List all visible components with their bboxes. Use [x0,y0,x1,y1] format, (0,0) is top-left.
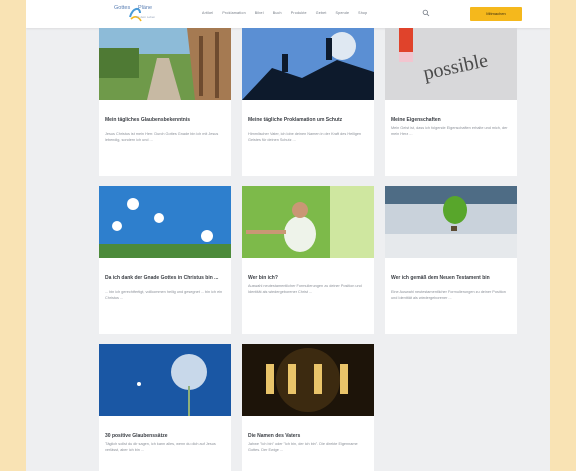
article-title[interactable]: Meine tägliche Proklamation um Schutz [248,117,366,124]
article-title[interactable]: Wer ich gemäß dem Neuen Testament bin [391,275,509,282]
article-card[interactable]: Wer bin ich? Auswahl neutestamentlicher … [242,186,374,334]
page: Gottes Pläne für dein Leben Artikel Prok… [26,0,550,471]
article-card[interactable]: Die Namen des Vaters Jahwe "Ich bin" ode… [242,344,374,471]
menu-item-proklamation[interactable]: Proklamation [222,11,245,15]
menu-item-gebet[interactable]: Gebet [316,11,327,15]
menu-item-artikel[interactable]: Artikel [202,11,213,15]
article-card[interactable]: 30 positive Glaubenssätze Täglich sollst… [99,344,231,471]
article-card[interactable]: Mein tägliches Glaubensbekenntnis Jesus … [99,28,231,176]
search-icon[interactable] [422,9,430,17]
article-title[interactable]: Da ich dank der Gnade Gottes in Christus… [105,275,223,282]
menu-item-buch[interactable]: Buch [273,11,282,15]
menu-item-bibel[interactable]: Bibel [255,11,264,15]
article-card[interactable]: Da ich dank der Gnade Gottes in Christus… [99,186,231,334]
article-image-dandelion [99,344,231,416]
article-excerpt: Eine Auswahl neutestamentlicher Formulie… [391,290,506,300]
menu-item-spende[interactable]: Spende [336,11,350,15]
main-menu: Artikel Proklamation Bibel Buch Produkte… [202,11,367,15]
site-logo[interactable]: Gottes Pläne für dein Leben [114,5,160,23]
article-image-flowers [99,186,231,258]
article-card[interactable]: Wer ich gemäß dem Neuen Testament bin Ei… [385,186,517,334]
article-excerpt: Jahwe "Ich bin" oder "Ich bin, der ich b… [248,442,358,452]
article-excerpt: ... bin ich gerechtfertigt, vollkommen h… [105,290,223,300]
article-title[interactable]: Meine Eigenschaften [391,117,509,124]
article-excerpt: Täglich sollst du dir sagen, ich kann al… [105,442,216,452]
article-title[interactable]: Die Namen des Vaters [248,433,366,440]
article-card[interactable]: possible Meine Eigenschaften Mein Geist … [385,28,517,176]
article-title[interactable]: Mein tägliches Glaubensbekenntnis [105,117,223,124]
article-excerpt: Jesus Christus ist mein Herr. Durch Gott… [105,132,219,142]
article-excerpt: Himmlischer Vater, ich lobe deinen Namen… [248,132,362,142]
top-navigation-bar: Gottes Pläne für dein Leben Artikel Prok… [26,0,550,28]
article-image-balloon [385,186,517,258]
cta-button[interactable]: Mitmachen [470,7,522,21]
article-title[interactable]: Wer bin ich? [248,275,366,282]
article-excerpt: Auswahl neutestamentlicher Formulierunge… [248,284,362,294]
article-image-hebrew-name [242,344,374,416]
article-title[interactable]: 30 positive Glaubenssätze [105,433,223,440]
article-image-possible: possible [385,28,517,100]
article-image-woman [242,186,374,258]
article-image-path [99,28,231,100]
article-excerpt: Mein Geist ist, dass ich folgende Eigens… [391,126,508,136]
menu-item-produkte[interactable]: Produkte [291,11,307,15]
logo-tagline: für dein Leben [136,15,156,19]
article-card[interactable]: Meine tägliche Proklamation um Schutz Hi… [242,28,374,176]
menu-item-shop[interactable]: Shop [358,11,367,15]
article-image-climbers [242,28,374,100]
logo-word-2: Pläne [138,5,153,11]
